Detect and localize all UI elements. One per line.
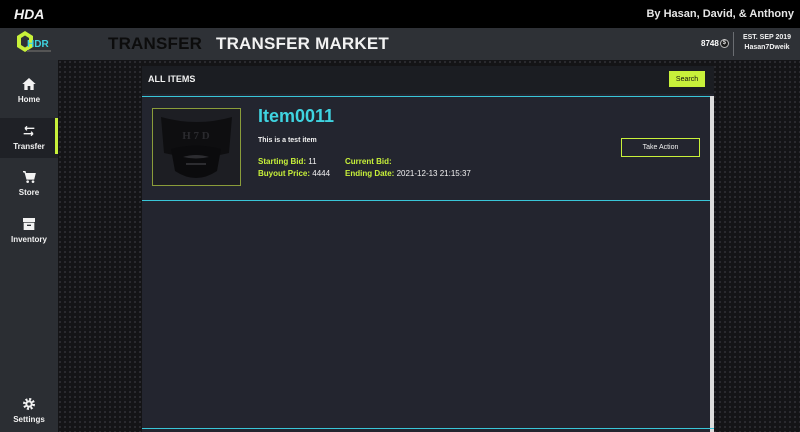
gear-icon (23, 398, 35, 410)
take-action-button[interactable]: Take Action (621, 138, 700, 157)
header-divider (733, 32, 734, 56)
section-heading-bold: TRANSFER (108, 34, 203, 53)
bearded-avatar-image: H 7 D (161, 117, 232, 178)
ending-date: Ending Date: 2021-12-13 21:15:37 (345, 169, 471, 178)
page-title: TRANSFER MARKET (216, 34, 389, 53)
home-icon (22, 78, 36, 90)
coin-icon: $ (719, 39, 729, 48)
user-info: EST. SEP 2019 Hasan7Dweik (737, 33, 797, 53)
sidebar-item-store[interactable]: Store (0, 169, 58, 209)
transfer-icon (23, 125, 35, 137)
panel-toolbar: ALL ITEMS Search (142, 66, 714, 94)
sidebar-item-transfer[interactable]: Transfer (0, 118, 58, 158)
list-item: H 7 D Item0011 This is a test item Start… (142, 96, 710, 201)
starting-bid: Starting Bid: 11 (258, 157, 317, 166)
logo-text: HDR (27, 39, 49, 50)
sidebar-item-inventory[interactable]: Inventory (0, 216, 58, 256)
panel-divider (142, 428, 714, 429)
app-name: HDA (14, 6, 45, 22)
current-bid: Current Bid: (345, 157, 392, 166)
inventory-icon (23, 218, 35, 230)
buyout-value: 4444 (312, 169, 331, 178)
sidebar-item-label: Settings (13, 415, 45, 424)
image-watermark: H 7 D (182, 130, 210, 142)
ending-date-value: 2021-12-13 21:15:37 (396, 169, 471, 178)
sidebar-item-label: Inventory (10, 235, 47, 244)
sidebar-item-home[interactable]: Home (0, 76, 58, 116)
buyout-price: Buyout Price: 4444 (258, 169, 330, 178)
username: Hasan7Dweik (744, 44, 790, 51)
sidebar-item-label: Store (18, 188, 40, 197)
coin-amount: 8748 (701, 39, 719, 48)
header-bar: HDR TRANSFER TRANSFER MARKET 8748 $ EST.… (0, 28, 800, 60)
scrollbar[interactable] (710, 96, 714, 432)
item-image: H 7 D (152, 108, 241, 186)
coin-balance: 8748 $ (701, 39, 729, 48)
current-bid-label: Current Bid: (345, 157, 392, 166)
sidebar-item-label: Home (17, 95, 41, 104)
buyout-label: Buyout Price: (258, 169, 311, 178)
title-bar: HDA By Hasan, David, & Anthony (0, 0, 800, 28)
item-name: Item0011 (258, 106, 335, 126)
item-description: This is a test item (258, 137, 317, 144)
sidebar-item-settings[interactable]: Settings (0, 396, 58, 432)
starting-bid-value: 11 (308, 157, 317, 166)
sidebar: Home Transfer Store Inventory Settings (0, 60, 58, 432)
hdr-logo: HDR (17, 31, 51, 52)
starting-bid-label: Starting Bid: (258, 157, 306, 166)
credits-text: By Hasan, David, & Anthony (646, 8, 794, 20)
search-button[interactable]: Search (669, 71, 705, 87)
ending-date-label: Ending Date: (345, 169, 395, 178)
cart-icon (23, 171, 36, 183)
est-date: EST. SEP 2019 (742, 34, 792, 41)
sidebar-item-label: Transfer (13, 142, 45, 151)
panel-title: ALL ITEMS (148, 74, 196, 84)
